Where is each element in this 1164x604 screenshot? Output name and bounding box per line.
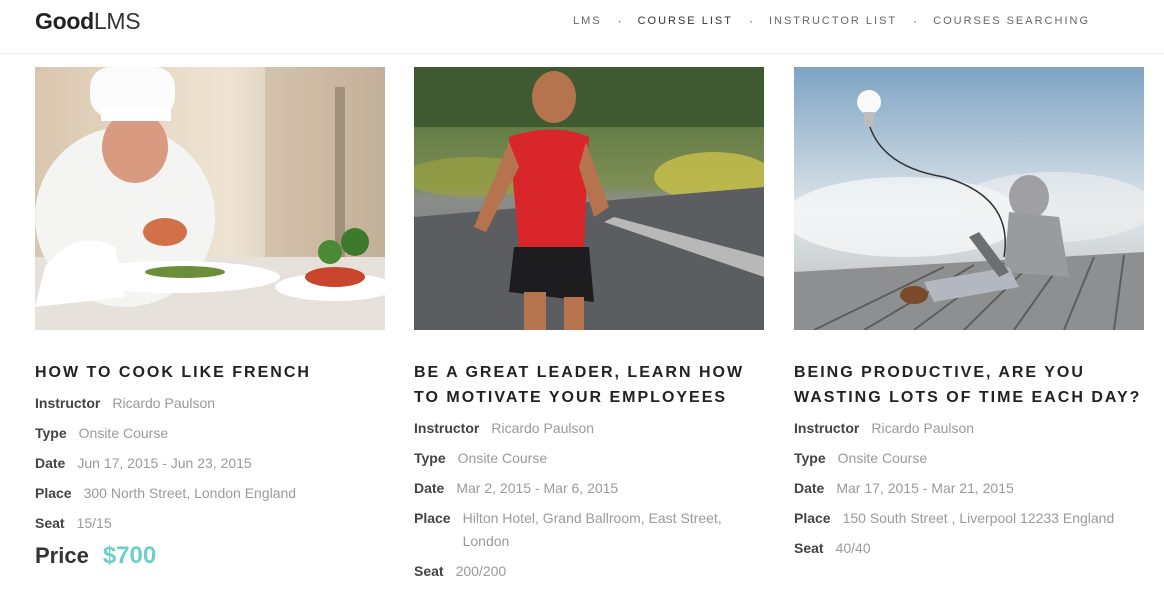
price-row: Price $700 [35, 542, 385, 570]
nav-separator: · [748, 14, 753, 28]
instructor-row: Instructor Ricardo Paulson [414, 417, 764, 440]
place-value: Hilton Hotel, Grand Ballroom, East Stree… [462, 510, 722, 549]
instructor-row: Instructor Ricardo Paulson [794, 417, 1144, 440]
seat-label: Seat [794, 540, 824, 556]
price-label: Price [35, 543, 89, 568]
course-title[interactable]: HOW TO COOK LIKE FRENCH [35, 360, 385, 385]
site-logo[interactable]: GoodLMS [35, 8, 141, 35]
logo-text-light: LMS [93, 8, 141, 34]
instructor-value[interactable]: Ricardo Paulson [112, 392, 215, 415]
nav-separator: · [913, 14, 918, 28]
place-row: Place 300 North Street, London England [35, 482, 385, 505]
main-nav: LMS · COURSE LIST · INSTRUCTOR LIST · CO… [573, 13, 1090, 29]
course-card: BEING PRODUCTIVE, ARE YOU WASTING LOTS O… [794, 67, 1144, 567]
date-value: Jun 17, 2015 - Jun 23, 2015 [77, 455, 252, 471]
type-value: Onsite Course [837, 450, 928, 466]
date-value: Mar 17, 2015 - Mar 21, 2015 [836, 480, 1014, 496]
course-title[interactable]: BEING PRODUCTIVE, ARE YOU WASTING LOTS O… [794, 360, 1144, 410]
seat-label: Seat [414, 563, 444, 579]
type-label: Type [414, 450, 446, 466]
nav-item-courses-searching[interactable]: COURSES SEARCHING [933, 15, 1090, 27]
instructor-label: Instructor [414, 420, 480, 436]
type-row: Type Onsite Course [35, 422, 385, 445]
date-label: Date [414, 480, 445, 496]
site-header: GoodLMS LMS · COURSE LIST · INSTRUCTOR L… [0, 0, 1164, 54]
instructor-value[interactable]: Ricardo Paulson [491, 417, 594, 440]
type-label: Type [35, 425, 67, 441]
type-value: Onsite Course [78, 425, 169, 441]
course-image-laptop[interactable] [794, 67, 1144, 330]
price-value: $700 [102, 542, 157, 569]
seat-value: 40/40 [835, 540, 871, 556]
place-label: Place [794, 510, 831, 526]
nav-item-instructor-list[interactable]: INSTRUCTOR LIST [769, 15, 897, 27]
nav-separator: · [617, 14, 622, 28]
date-row: Date Jun 17, 2015 - Jun 23, 2015 [35, 452, 385, 475]
seat-row: Seat 40/40 [794, 537, 1144, 560]
date-row: Date Mar 17, 2015 - Mar 21, 2015 [794, 477, 1144, 500]
course-meta: Instructor Ricardo Paulson Type Onsite C… [794, 417, 1144, 560]
type-row: Type Onsite Course [794, 447, 1144, 470]
place-row: Place Hilton Hotel, Grand Ballroom, East… [414, 507, 764, 553]
course-image-runner[interactable] [414, 67, 764, 330]
course-card: HOW TO COOK LIKE FRENCH Instructor Ricar… [35, 67, 385, 570]
place-label: Place [414, 510, 451, 526]
course-card: BE A GREAT LEADER, LEARN HOW TO MOTIVATE… [414, 67, 764, 590]
instructor-label: Instructor [794, 420, 860, 436]
date-label: Date [794, 480, 825, 496]
place-value: 150 South Street , Liverpool 12233 Engla… [842, 510, 1115, 526]
course-image-chef[interactable] [35, 67, 385, 330]
date-label: Date [35, 455, 66, 471]
date-row: Date Mar 2, 2015 - Mar 6, 2015 [414, 477, 764, 500]
instructor-value[interactable]: Ricardo Paulson [871, 417, 974, 440]
course-meta: Instructor Ricardo Paulson Type Onsite C… [414, 417, 764, 583]
place-label: Place [35, 485, 72, 501]
course-title[interactable]: BE A GREAT LEADER, LEARN HOW TO MOTIVATE… [414, 360, 764, 410]
date-value: Mar 2, 2015 - Mar 6, 2015 [456, 480, 619, 496]
logo-text-strong: Good [35, 8, 94, 34]
instructor-label: Instructor [35, 395, 101, 411]
seat-value: 200/200 [455, 563, 507, 579]
place-row: Place 150 South Street , Liverpool 12233… [794, 507, 1144, 530]
nav-item-course-list[interactable]: COURSE LIST [638, 15, 733, 27]
seat-label: Seat [35, 515, 65, 531]
type-row: Type Onsite Course [414, 447, 764, 470]
seat-value: 15/15 [76, 515, 112, 531]
course-meta: Instructor Ricardo Paulson Type Onsite C… [35, 392, 385, 535]
seat-row: Seat 15/15 [35, 512, 385, 535]
nav-item-lms[interactable]: LMS [573, 15, 602, 27]
type-value: Onsite Course [457, 450, 548, 466]
instructor-row: Instructor Ricardo Paulson [35, 392, 385, 415]
seat-row: Seat 200/200 [414, 560, 764, 583]
type-label: Type [794, 450, 826, 466]
place-value: 300 North Street, London England [83, 485, 297, 501]
